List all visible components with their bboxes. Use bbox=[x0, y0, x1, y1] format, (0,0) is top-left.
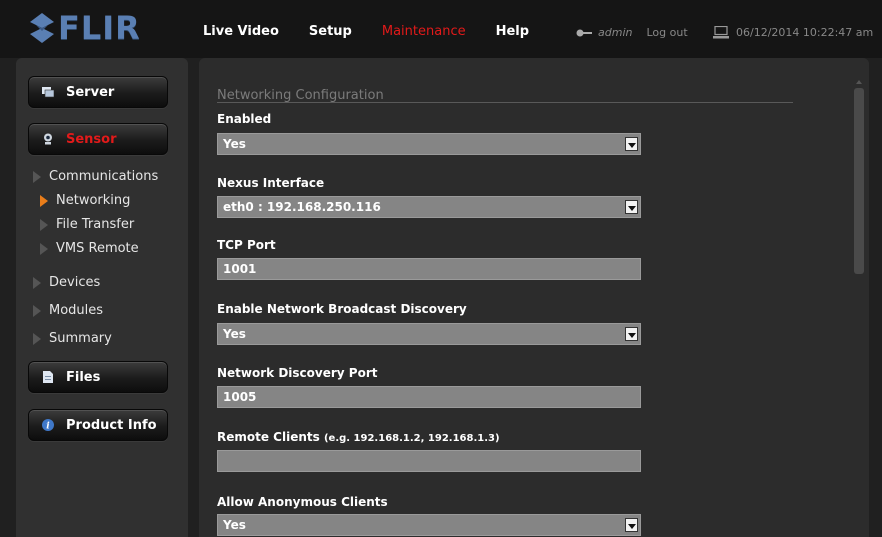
chevron-down-icon bbox=[625, 200, 638, 214]
sidebar-item-summary[interactable]: Summary bbox=[33, 331, 112, 346]
sidebar-item-label: Communications bbox=[49, 169, 159, 184]
sidebar-item-vms-remote[interactable]: VMS Remote bbox=[40, 241, 139, 256]
document-icon bbox=[43, 371, 53, 383]
enabled-select[interactable]: Yes bbox=[217, 133, 641, 155]
key-icon bbox=[576, 29, 592, 36]
nav-maintenance[interactable]: Maintenance bbox=[382, 24, 466, 39]
nav-live-video[interactable]: Live Video bbox=[203, 24, 279, 39]
chevron-down-icon bbox=[625, 327, 638, 341]
datetime-display: 06/12/2014 10:22:47 am bbox=[713, 26, 873, 39]
datetime-text: 06/12/2014 10:22:47 am bbox=[736, 26, 874, 39]
section-title: Networking Configuration bbox=[217, 88, 384, 103]
logo-text: FLIR bbox=[58, 9, 141, 47]
chevron-right-icon bbox=[33, 332, 41, 345]
flir-logo-icon bbox=[30, 13, 54, 43]
broadcast-discovery-value: Yes bbox=[223, 327, 246, 341]
tcp-port-label: TCP Port bbox=[217, 238, 276, 252]
sidebar-item-communications[interactable]: Communications bbox=[33, 169, 158, 184]
sidebar-item-label: File Transfer bbox=[56, 217, 135, 232]
user-name: admin bbox=[598, 26, 633, 39]
webcam-icon bbox=[44, 133, 52, 145]
chevron-right-icon bbox=[40, 194, 48, 207]
tcp-port-value: 1001 bbox=[223, 262, 257, 276]
sidebar-item-label: VMS Remote bbox=[56, 241, 139, 256]
sidebar-item-devices[interactable]: Devices bbox=[33, 275, 100, 290]
chevron-right-icon bbox=[40, 218, 48, 231]
sidebar-item-label: Networking bbox=[56, 193, 131, 208]
user-info: admin Log out bbox=[576, 26, 688, 39]
discovery-port-label: Network Discovery Port bbox=[217, 366, 378, 380]
enabled-label: Enabled bbox=[217, 112, 272, 126]
main-panel: Networking Configuration Enabled Yes Nex… bbox=[199, 58, 869, 537]
vertical-scrollbar[interactable] bbox=[854, 80, 864, 532]
chevron-down-icon bbox=[625, 518, 638, 532]
anonymous-clients-select[interactable]: Yes bbox=[217, 514, 641, 536]
section-divider bbox=[217, 102, 793, 103]
scroll-up-icon[interactable] bbox=[856, 80, 862, 84]
chevron-right-icon bbox=[33, 304, 41, 317]
sensor-label: Sensor bbox=[66, 131, 117, 147]
files-label: Files bbox=[66, 369, 101, 385]
svg-text:i: i bbox=[46, 422, 50, 432]
sidebar-item-modules[interactable]: Modules bbox=[33, 303, 103, 318]
chevron-down-icon bbox=[625, 137, 638, 151]
product-info-button[interactable]: i Product Info bbox=[28, 409, 168, 441]
product-info-label: Product Info bbox=[66, 417, 157, 433]
anonymous-clients-value: Yes bbox=[223, 518, 246, 532]
tcp-port-input[interactable]: 1001 bbox=[217, 258, 641, 280]
logout-link[interactable]: Log out bbox=[646, 26, 687, 39]
sidebar-item-label: Devices bbox=[49, 275, 101, 290]
sidebar: Server Sensor Communications Networking … bbox=[16, 58, 188, 537]
sidebar-item-label: Summary bbox=[49, 331, 112, 346]
remote-clients-input[interactable] bbox=[217, 450, 641, 472]
sensor-button[interactable]: Sensor bbox=[28, 123, 168, 155]
broadcast-discovery-select[interactable]: Yes bbox=[217, 323, 641, 345]
computer-icon bbox=[713, 26, 729, 39]
remote-clients-hint: (e.g. 192.168.1.2, 192.168.1.3) bbox=[323, 433, 500, 444]
top-header: FLIR Live Video Setup Maintenance Help a… bbox=[0, 0, 882, 58]
sidebar-item-file-transfer[interactable]: File Transfer bbox=[40, 217, 134, 232]
discovery-port-value: 1005 bbox=[223, 390, 257, 404]
info-icon: i bbox=[42, 419, 54, 431]
nexus-interface-label: Nexus Interface bbox=[217, 176, 325, 190]
nexus-interface-select[interactable]: eth0 : 192.168.250.116 bbox=[217, 196, 641, 218]
chevron-right-icon bbox=[40, 242, 48, 255]
nav-help[interactable]: Help bbox=[496, 24, 529, 39]
chevron-right-icon bbox=[33, 170, 41, 183]
anonymous-clients-label: Allow Anonymous Clients bbox=[217, 495, 388, 509]
sidebar-item-networking[interactable]: Networking bbox=[40, 193, 130, 208]
discovery-port-input[interactable]: 1005 bbox=[217, 386, 641, 408]
main-nav: Live Video Setup Maintenance Help bbox=[203, 24, 559, 39]
files-button[interactable]: Files bbox=[28, 361, 168, 393]
server-icon bbox=[42, 87, 54, 98]
server-label: Server bbox=[66, 84, 115, 100]
broadcast-discovery-label: Enable Network Broadcast Discovery bbox=[217, 302, 467, 316]
chevron-right-icon bbox=[33, 276, 41, 289]
sidebar-item-label: Modules bbox=[49, 303, 104, 318]
nexus-interface-value: eth0 : 192.168.250.116 bbox=[223, 200, 381, 214]
remote-clients-label-text: Remote Clients bbox=[217, 430, 320, 444]
enabled-value: Yes bbox=[223, 137, 246, 151]
nav-setup[interactable]: Setup bbox=[309, 24, 352, 39]
server-button[interactable]: Server bbox=[28, 76, 168, 108]
flir-logo[interactable]: FLIR bbox=[30, 9, 141, 47]
scrollbar-thumb[interactable] bbox=[854, 88, 864, 274]
remote-clients-label: Remote Clients (e.g. 192.168.1.2, 192.16… bbox=[217, 430, 500, 444]
